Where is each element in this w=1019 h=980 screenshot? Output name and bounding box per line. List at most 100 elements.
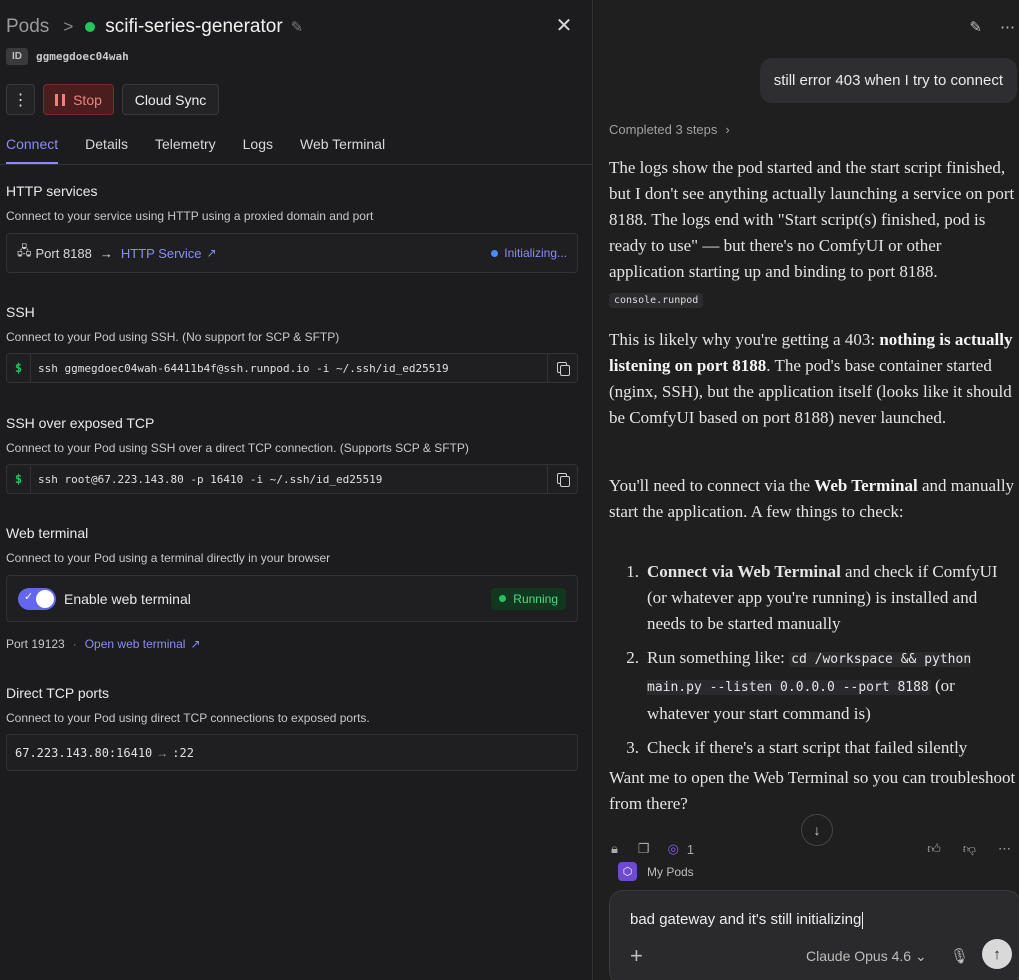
pause-icon xyxy=(55,93,66,106)
copy-icon[interactable]: ❐ xyxy=(638,841,650,857)
microphone-icon[interactable]: 🎙︎ xyxy=(950,947,969,965)
web-terminal-row: ✓ Enable web terminal Running xyxy=(6,575,578,622)
breadcrumb: Pods > scifi-series-generator ✎ xyxy=(6,14,303,40)
http-status-label: Initializing... xyxy=(504,246,567,260)
running-label: Running xyxy=(513,591,558,606)
cloud-sync-button[interactable]: Cloud Sync xyxy=(122,84,219,115)
scroll-down-button[interactable]: ↓ xyxy=(801,814,833,846)
web-terminal-toggle-label: Enable web terminal xyxy=(64,590,191,607)
http-title: HTTP services xyxy=(6,183,98,199)
copy-button[interactable] xyxy=(547,465,577,493)
more-horizontal-icon[interactable]: ⋯ xyxy=(998,841,1011,857)
arrow-right-icon: → xyxy=(99,245,113,261)
cube-icon: ⬡ xyxy=(618,862,637,881)
source-label: My Pods xyxy=(647,864,694,879)
tcp-address[interactable]: 67.223.143.80:16410 xyxy=(15,746,152,760)
more-vertical-icon[interactable]: ⋮ xyxy=(6,84,35,115)
tab-details[interactable]: Details xyxy=(85,136,128,164)
tcp-port-row: 67.223.143.80:16410 → :22 xyxy=(6,734,578,771)
copy-icon xyxy=(556,361,570,376)
list-item: 1. Connect via Web Terminal and check if… xyxy=(626,562,998,633)
tab-connect[interactable]: Connect xyxy=(6,136,59,164)
tab-telemetry[interactable]: Telemetry xyxy=(155,136,216,164)
pencil-icon[interactable]: ✎ xyxy=(291,18,304,36)
plus-icon[interactable]: + xyxy=(630,943,643,969)
tcp-target: :22 xyxy=(172,745,194,760)
model-selector[interactable]: Claude Opus 4.6 ⌄ xyxy=(806,948,927,965)
completed-steps[interactable]: Completed 3 steps › xyxy=(609,122,730,137)
separator-dot: · xyxy=(72,637,77,651)
stop-label: Stop xyxy=(73,91,102,108)
web-terminal-desc: Connect to your Pod using a terminal dir… xyxy=(6,551,331,565)
arrow-down-icon: ↓ xyxy=(813,822,821,838)
status-badge: Running xyxy=(491,587,566,610)
copy-button[interactable] xyxy=(547,354,577,382)
list-item: 3. Check if there's a start script that … xyxy=(626,738,968,757)
arrow-right-icon: → xyxy=(156,745,169,760)
assistant-paragraph-3: You'll need to connect via the Web Termi… xyxy=(609,476,1015,521)
user-message: still error 403 when I try to connect xyxy=(759,58,1017,103)
http-status: Initializing... xyxy=(491,246,567,260)
message-composer[interactable]: bad gateway and it's still initializing … xyxy=(609,890,1019,980)
web-terminal-title: Web terminal xyxy=(6,525,89,541)
http-desc: Connect to your service using HTTP using… xyxy=(6,209,374,223)
chat-toolbar: ✎ ⋯ xyxy=(969,18,1015,36)
id-tag: ID xyxy=(6,48,28,65)
tab-web-terminal[interactable]: Web Terminal xyxy=(300,136,385,164)
open-web-terminal-link[interactable]: Open web terminal xyxy=(85,637,186,651)
http-service-link[interactable]: HTTP Service xyxy=(121,246,202,261)
chevron-down-icon: ⌄ xyxy=(914,948,927,964)
web-terminal-port-line: Port 19123 · Open web terminal ↗ xyxy=(6,637,201,651)
prompt-icon: $ xyxy=(7,465,31,493)
source-chip[interactable]: ⬡ My Pods xyxy=(618,862,694,881)
external-link-icon[interactable]: ↗ xyxy=(207,246,217,260)
ssh-tcp-title: SSH over exposed TCP xyxy=(6,415,155,431)
ssh-title: SSH xyxy=(6,304,35,320)
ssh-tcp-command[interactable]: ssh root@67.223.143.80 -p 16410 -i ~/.ss… xyxy=(31,473,547,486)
pod-detail-panel: Pods > scifi-series-generator ✎ ✕ ID ggm… xyxy=(0,0,593,980)
ssh-command-box: $ ssh ggmegdoec04wah-64411b4f@ssh.runpod… xyxy=(6,353,578,383)
assistant-paragraph-4: Want me to open the Web Terminal so you … xyxy=(609,768,1016,813)
arrow-up-icon: ↑ xyxy=(993,945,1001,963)
source-tag[interactable]: console.runpod xyxy=(609,293,704,308)
tcp-desc: Connect to your Pod using direct TCP con… xyxy=(6,711,370,725)
more-horizontal-icon[interactable]: ⋯ xyxy=(1000,18,1015,36)
ssh-desc: Connect to your Pod using SSH. (No suppo… xyxy=(6,330,340,344)
status-dot-icon xyxy=(499,595,507,602)
ssh-tcp-command-box: $ ssh root@67.223.143.80 -p 16410 -i ~/.… xyxy=(6,464,578,494)
pod-id-row: ID ggmegdoec04wah xyxy=(6,48,129,65)
pod-actions: ⋮ Stop Cloud Sync xyxy=(6,84,219,115)
http-port: Port 8188 xyxy=(35,245,92,261)
ssh-command[interactable]: ssh ggmegdoec04wah-64411b4f@ssh.runpod.i… xyxy=(31,362,547,375)
lock-icon[interactable]: 🔒︎ xyxy=(611,841,618,857)
chevron-right-icon: > xyxy=(63,17,74,36)
action-count: 1 xyxy=(686,841,695,857)
ssh-tcp-desc: Connect to your Pod using SSH over a dir… xyxy=(6,441,469,455)
copy-icon xyxy=(556,472,570,487)
check-icon: ✓ xyxy=(24,590,34,603)
external-link-icon[interactable]: ↗ xyxy=(190,637,200,651)
completed-steps-label: Completed 3 steps xyxy=(609,122,718,137)
http-service-row: 🖧 Port 8188 → HTTP Service ↗ Initializin… xyxy=(6,233,578,273)
thumbs-up-icon[interactable]: 👍︎ xyxy=(927,841,941,857)
tab-bar: Connect Details Telemetry Logs Web Termi… xyxy=(6,136,385,164)
tab-logs[interactable]: Logs xyxy=(243,136,273,164)
close-icon[interactable]: ✕ xyxy=(554,14,574,38)
stop-button[interactable]: Stop xyxy=(43,84,114,115)
message-input[interactable]: bad gateway and it's still initializing xyxy=(630,911,864,929)
breadcrumb-pods[interactable]: Pods xyxy=(6,16,49,38)
assistant-paragraph-2: This is likely why you're getting a 403:… xyxy=(609,330,1013,427)
tab-divider xyxy=(0,164,592,165)
list-item: 2. Run something like: cd /workspace && … xyxy=(626,648,972,723)
web-terminal-port: Port 19123 xyxy=(6,637,65,651)
tool-icon[interactable]: ◎ xyxy=(668,841,679,857)
assistant-steps-list: 1. Connect via Web Terminal and check if… xyxy=(609,559,1019,761)
edit-icon[interactable]: ✎ xyxy=(969,18,982,36)
send-button[interactable]: ↑ xyxy=(982,939,1012,969)
web-terminal-toggle[interactable]: ✓ xyxy=(18,587,56,610)
tcp-title: Direct TCP ports xyxy=(6,685,109,701)
thumbs-down-icon[interactable]: 👎︎ xyxy=(963,841,976,857)
chevron-right-icon: › xyxy=(725,122,730,137)
pod-name: scifi-series-generator xyxy=(105,16,283,37)
assistant-paragraph-1: The logs show the pod started and the st… xyxy=(609,158,1015,308)
